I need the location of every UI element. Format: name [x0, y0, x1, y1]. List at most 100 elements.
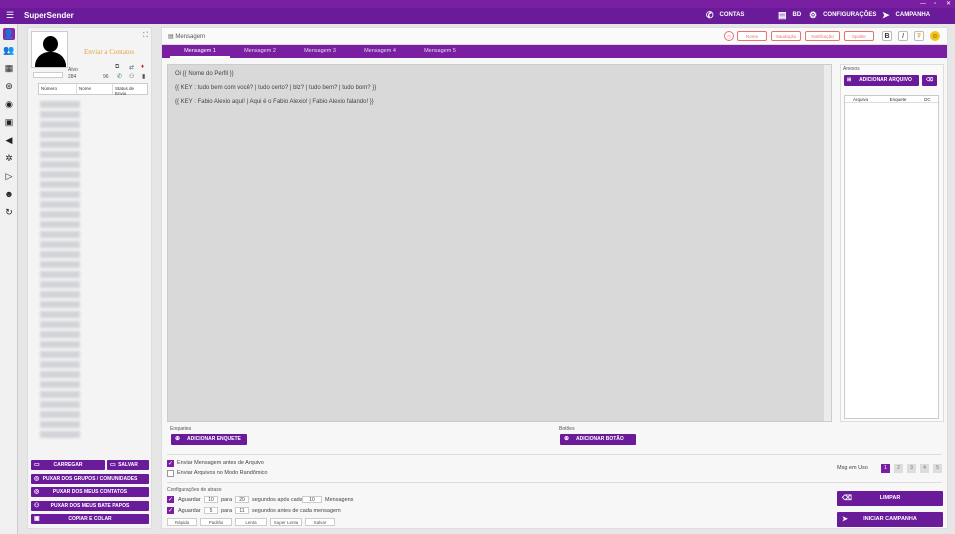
hamburger-menu-icon[interactable]: ☰ [6, 11, 14, 20]
delay-after-checkbox[interactable]: ✓ [167, 496, 174, 503]
msg-in-use-label: Msg em Uso [837, 465, 868, 471]
column-enquete[interactable]: Enquete [890, 96, 925, 102]
filter-icon[interactable]: ⊛ [3, 80, 15, 92]
emoji-icon[interactable]: ☺ [930, 31, 940, 41]
preset-padrao-button[interactable]: Padrão [200, 518, 232, 526]
add-file-button[interactable]: ⊞ ADICIONAR ARQUIVO [844, 75, 919, 86]
column-dc[interactable]: DC [924, 96, 938, 102]
message-tabs: Mensagem 1 Mensagem 2 Mensagem 3 Mensage… [162, 45, 947, 58]
preset-salvar-button[interactable]: Salvar [305, 518, 335, 526]
copy-icon[interactable]: ⧉ [115, 64, 119, 71]
message-count-input[interactable]: 10 [302, 496, 322, 503]
gear-icon: ⚙ [809, 10, 818, 20]
salvar-button[interactable]: ▭ SALVAR [107, 460, 149, 470]
tab-mensagem-3[interactable]: Mensagem 3 [290, 45, 350, 58]
bd-label: BD [792, 12, 802, 18]
pill-nome[interactable]: Nome [737, 31, 767, 41]
chat-icon[interactable]: ◉ [3, 98, 15, 110]
message-label-text: Mensagem [175, 34, 206, 40]
play-icon[interactable]: ▷ [3, 170, 15, 182]
aguardar-label-1: Aguardar [178, 497, 201, 503]
campanha-button[interactable]: ➤ CAMPANHA [882, 10, 930, 21]
salvar-label: SALVAR [118, 462, 138, 468]
tab-mensagem-1[interactable]: Mensagem 1 [170, 45, 230, 58]
delay-title: Configurações de atraso [167, 487, 222, 493]
minimize-button[interactable]: — [920, 0, 926, 8]
puxar-grupos-button[interactable]: ◎ PUXAR DOS GRUPOS / COMUNIDADES [31, 474, 149, 484]
pill-spoiler[interactable]: Spoiler [844, 31, 874, 41]
puxar-bate-papos-label: PUXAR DOS MEUS BATE PAPOS [50, 503, 130, 509]
delay-max-2-input[interactable]: 11 [235, 507, 249, 514]
msg-page-4[interactable]: 4 [920, 464, 929, 473]
puxar-contatos-button[interactable]: ◎ PUXAR DOS MEUS CONTATOS [31, 487, 149, 497]
tag-icon[interactable]: ♦ [141, 64, 144, 70]
preset-rapida-button[interactable]: Rápida [167, 518, 197, 526]
clear-files-button[interactable]: ⌫ [922, 75, 937, 86]
user-icon[interactable]: 👤 [3, 28, 15, 40]
image-icon[interactable]: ▣ [3, 116, 15, 128]
random-files-checkbox[interactable] [167, 470, 174, 477]
add-file-label: ADICIONAR ARQUIVO [859, 77, 912, 83]
italic-button[interactable]: I [898, 31, 908, 41]
calendar-icon[interactable]: ▦ [3, 62, 15, 74]
strike-button[interactable]: ₮ [914, 31, 924, 41]
clock-icon[interactable]: ◷ [724, 31, 734, 41]
msg-page-2[interactable]: 2 [894, 464, 903, 473]
copiar-colar-button[interactable]: ▣ COPIAR E COLAR [31, 514, 149, 524]
person-icon[interactable]: ⚇ [129, 73, 134, 80]
para-label-1: para [221, 497, 233, 503]
app-header: ☰ SuperSender ✆ CONTAS ▤ BD ⚙ CONFIGURAÇÕES… [0, 8, 955, 24]
limpar-button[interactable]: ⌫ LIMPAR [837, 491, 943, 506]
msg-page-5[interactable]: 5 [933, 464, 942, 473]
send-before-files-checkbox[interactable]: ✓ [167, 460, 174, 467]
folder-icon: ▭ [34, 462, 40, 468]
iniciar-campanha-label: INICIAR CAMPANHA [863, 516, 917, 522]
users-icon[interactable]: 👥 [3, 44, 15, 56]
delay-min-1-input[interactable]: 10 [204, 496, 218, 503]
iniciar-campanha-button[interactable]: ➤ INICIAR CAMPANHA [837, 512, 943, 527]
tab-mensagem-5[interactable]: Mensagem 5 [410, 45, 470, 58]
pill-saudacao[interactable]: Saudação [771, 31, 801, 41]
editor-scrollbar[interactable] [824, 65, 831, 421]
add-button-button[interactable]: ⊕ ADICIONAR BOTÃO [560, 434, 636, 445]
column-status[interactable]: Status de Envio [113, 84, 147, 96]
contacts-panel: ⛶ Enviar a Contatos Alvo 284 96 ⧉ ⇄ ♦ ✆ … [27, 27, 152, 529]
eraser-icon: ⌫ [842, 495, 852, 502]
bd-button[interactable]: ▤ BD [778, 10, 801, 21]
configuracoes-button[interactable]: ⚙ CONFIGURAÇÕES [809, 10, 876, 21]
message-line-2: {{ KEY : tudo bem com você? | tudo certo… [175, 85, 377, 91]
puxar-grupos-label: PUXAR DOS GRUPOS / COMUNIDADES [42, 476, 138, 482]
refresh-icon[interactable]: ↻ [3, 206, 15, 218]
swap-icon[interactable]: ⇄ [129, 64, 134, 71]
msg-page-1[interactable]: 1 [881, 464, 890, 473]
msg-page-3[interactable]: 3 [907, 464, 916, 473]
bold-button[interactable]: B [882, 31, 892, 41]
maximize-button[interactable]: ▫ [934, 0, 936, 8]
pill-notificacao[interactable]: Notificação [805, 31, 840, 41]
delay-before-checkbox[interactable]: ✓ [167, 507, 174, 514]
count-value: 96 [103, 74, 109, 80]
robot-icon[interactable]: ☻ [3, 188, 15, 200]
message-editor[interactable]: Oi {{ Nome do Perfil }} {{ KEY : tudo be… [167, 64, 832, 422]
column-numero[interactable]: Número [39, 84, 77, 94]
close-button[interactable]: ✕ [946, 0, 951, 8]
phone-icon[interactable]: ✆ [117, 73, 122, 80]
delay-max-1-input[interactable]: 20 [235, 496, 249, 503]
preset-lenta-button[interactable]: Lenta [235, 518, 267, 526]
trash-icon[interactable]: ▮ [142, 73, 145, 80]
network-icon[interactable]: ✲ [3, 152, 15, 164]
mensagens-label: Mensagens [325, 497, 354, 503]
puxar-bate-papos-button[interactable]: ⚇ PUXAR DOS MEUS BATE PAPOS [31, 501, 149, 511]
profile-field[interactable] [33, 72, 63, 78]
tab-mensagem-2[interactable]: Mensagem 2 [230, 45, 290, 58]
tab-mensagem-4[interactable]: Mensagem 4 [350, 45, 410, 58]
contas-button[interactable]: ✆ CONTAS [706, 10, 744, 21]
expand-icon[interactable]: ⛶ [143, 32, 148, 40]
carregar-button[interactable]: ▭ CARREGAR [31, 460, 105, 470]
preset-super-lenta-button[interactable]: Super Lenta [270, 518, 302, 526]
add-poll-button[interactable]: ⊕ ADICIONAR ENQUETE [171, 434, 247, 445]
delay-min-2-input[interactable]: 5 [204, 507, 218, 514]
column-arquivo[interactable]: Arquivo [845, 96, 890, 102]
megaphone-icon[interactable]: ◀ [3, 134, 15, 146]
column-nome[interactable]: Nome [77, 84, 113, 94]
